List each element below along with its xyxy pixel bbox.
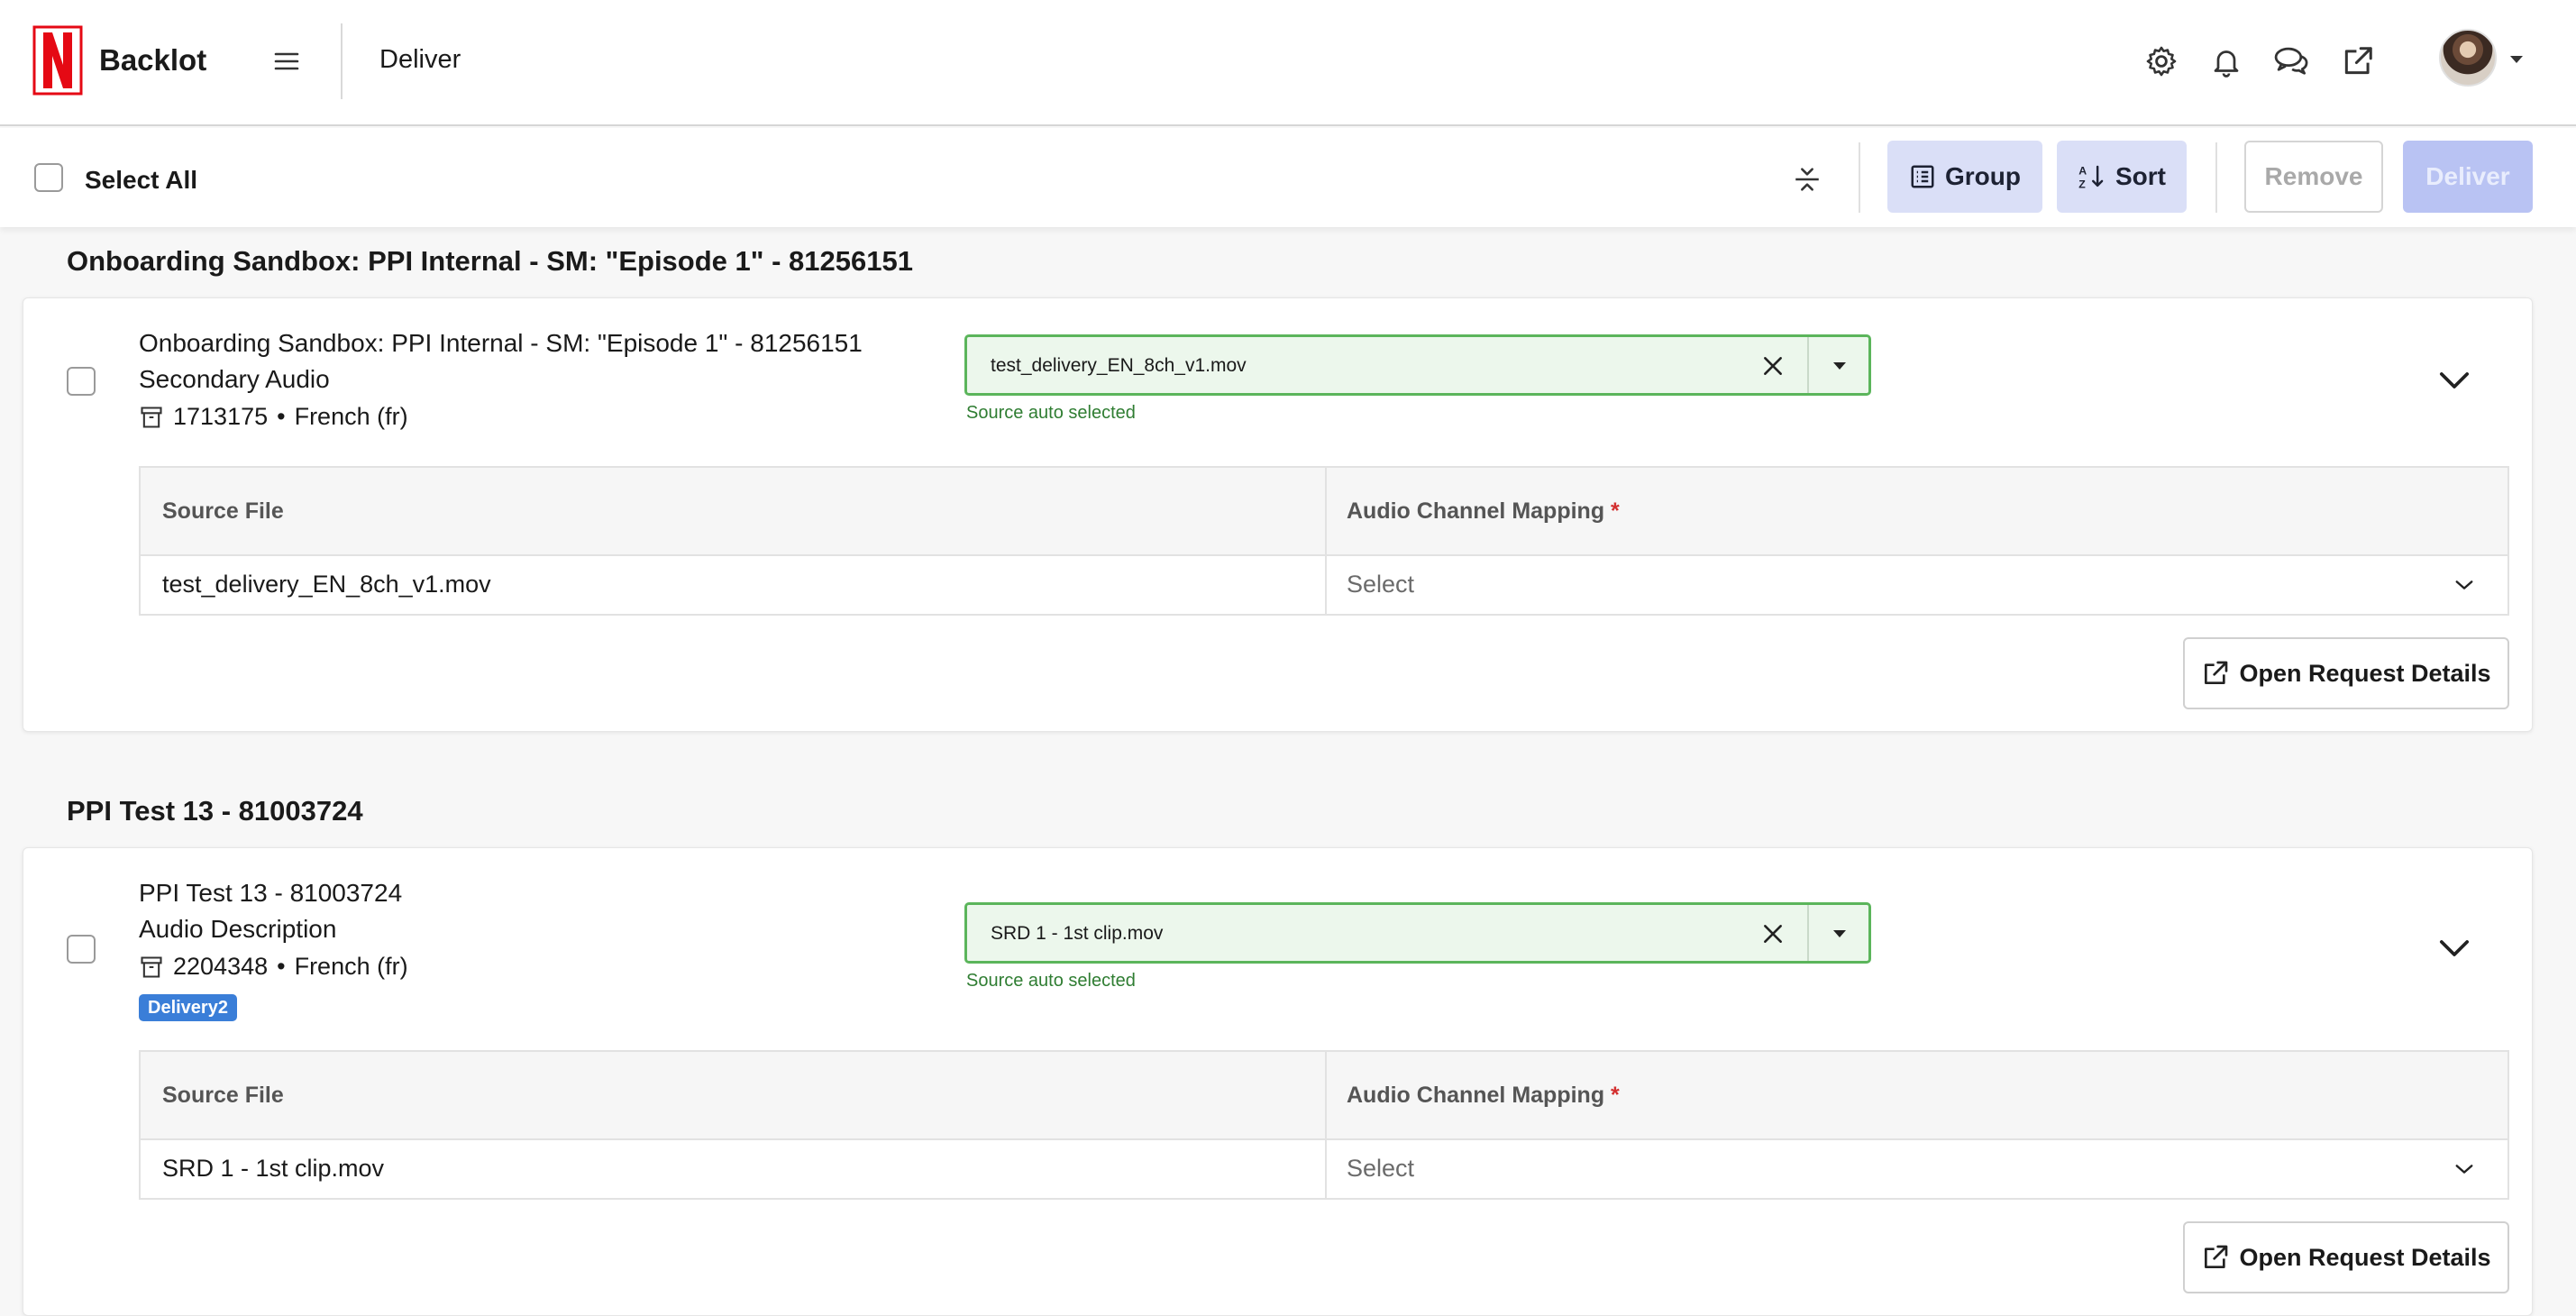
remove-button-label: Remove	[2264, 162, 2363, 190]
table-header: Source File Audio Channel Mapping *	[141, 1052, 2507, 1140]
toolbar-divider	[1859, 142, 1860, 213]
chevron-down-icon[interactable]	[2448, 1153, 2480, 1185]
delivery-badge: Delivery2	[139, 994, 237, 1021]
col-audio-mapping-label: Audio Channel Mapping	[1347, 1083, 1605, 1108]
select-all-checkbox[interactable]	[34, 163, 63, 192]
group-button[interactable]: Group	[1887, 141, 2042, 213]
open-request-details-label: Open Request Details	[2239, 1243, 2491, 1271]
hamburger-menu-icon[interactable]	[270, 43, 303, 79]
item-meta: 1713175 • French (fr)	[139, 403, 408, 431]
sort-az-icon: AZ	[2078, 165, 2104, 190]
table-row: test_delivery_EN_8ch_v1.mov Select	[141, 556, 2507, 614]
column-divider	[1325, 468, 1327, 554]
top-header: Backlot Deliver	[0, 0, 2576, 126]
open-request-details-button[interactable]: Open Request Details	[2183, 1221, 2509, 1293]
column-divider	[1325, 1140, 1327, 1198]
source-file-value: test_delivery_EN_8ch_v1.mov	[991, 355, 1247, 376]
archive-box-icon	[141, 406, 162, 428]
chevron-down-icon[interactable]	[2432, 926, 2477, 971]
table-row: SRD 1 - 1st clip.mov Select	[141, 1140, 2507, 1198]
chevron-down-icon[interactable]	[2432, 358, 2477, 403]
header-divider	[341, 23, 343, 99]
mapping-select[interactable]: Select	[1347, 1155, 1414, 1183]
select-separator	[1807, 905, 1809, 961]
netflix-logo[interactable]	[32, 25, 83, 96]
item-id: 1713175	[173, 403, 269, 430]
mapping-select[interactable]: Select	[1347, 571, 1414, 599]
gear-icon[interactable]	[2142, 40, 2181, 83]
item-meta: 2204348 • French (fr)	[139, 953, 408, 981]
item-checkbox[interactable]	[67, 367, 96, 396]
external-link-icon	[2205, 661, 2228, 684]
user-avatar[interactable]	[2439, 29, 2497, 87]
archive-box-icon	[141, 955, 162, 978]
item-language: French (fr)	[294, 953, 408, 980]
sort-button-label: Sort	[2115, 162, 2166, 190]
source-file-select[interactable]: test_delivery_EN_8ch_v1.mov	[964, 334, 1871, 396]
caret-down-icon[interactable]	[1823, 350, 1856, 382]
col-source-file: Source File	[162, 1083, 284, 1108]
svg-text:A: A	[2078, 165, 2087, 178]
required-mark: *	[1611, 1083, 1620, 1108]
source-mapping-table: Source File Audio Channel Mapping * test…	[139, 466, 2509, 616]
source-file-select[interactable]: SRD 1 - 1st clip.mov	[964, 902, 1871, 964]
col-audio-mapping: Audio Channel Mapping *	[1347, 498, 1620, 525]
group-title: Onboarding Sandbox: PPI Internal - SM: "…	[67, 245, 913, 277]
page-title: Deliver	[379, 45, 461, 74]
collapse-all-icon[interactable]	[1786, 159, 1828, 200]
sort-button[interactable]: AZ Sort	[2057, 141, 2187, 213]
open-request-details-button[interactable]: Open Request Details	[2183, 637, 2509, 709]
col-source-file: Source File	[162, 498, 284, 524]
action-toolbar: Select All Group AZ Sort Remove Deliver	[0, 128, 2576, 227]
deliver-button-label: Deliver	[2425, 162, 2510, 190]
brand-name: Backlot	[99, 43, 207, 77]
meta-separator: •	[277, 403, 286, 430]
group-button-label: Group	[1945, 162, 2021, 190]
item-checkbox[interactable]	[67, 935, 96, 964]
item-title: Onboarding Sandbox: PPI Internal - SM: "…	[139, 329, 863, 357]
item-type: Secondary Audio	[139, 365, 330, 393]
caret-down-icon[interactable]	[2509, 52, 2524, 69]
item-id: 2204348	[173, 953, 269, 980]
source-file-cell: test_delivery_EN_8ch_v1.mov	[162, 571, 491, 598]
select-all-label: Select All	[85, 166, 198, 194]
item-language: French (fr)	[294, 403, 408, 430]
source-file-cell: SRD 1 - 1st clip.mov	[162, 1155, 385, 1182]
external-link-icon[interactable]	[2338, 40, 2378, 83]
column-divider	[1325, 556, 1327, 614]
remove-button[interactable]: Remove	[2244, 141, 2383, 213]
select-separator	[1807, 337, 1809, 393]
source-auto-hint: Source auto selected	[966, 971, 1136, 991]
source-mapping-table: Source File Audio Channel Mapping * SRD …	[139, 1050, 2509, 1200]
column-divider	[1325, 1052, 1327, 1138]
toolbar-divider	[2215, 142, 2217, 213]
list-icon	[1911, 165, 1934, 188]
meta-separator: •	[277, 953, 286, 980]
source-file-value: SRD 1 - 1st clip.mov	[991, 923, 1164, 944]
request-card: Onboarding Sandbox: PPI Internal - SM: "…	[23, 297, 2533, 732]
col-audio-mapping-label: Audio Channel Mapping	[1347, 498, 1605, 524]
chevron-down-icon[interactable]	[2448, 569, 2480, 601]
item-title: PPI Test 13 - 81003724	[139, 879, 403, 907]
external-link-icon	[2205, 1245, 2228, 1268]
source-auto-hint: Source auto selected	[966, 403, 1136, 423]
table-header: Source File Audio Channel Mapping *	[141, 468, 2507, 556]
open-request-details-label: Open Request Details	[2239, 659, 2491, 687]
caret-down-icon[interactable]	[1823, 918, 1856, 950]
group-title: PPI Test 13 - 81003724	[67, 795, 363, 827]
clear-icon[interactable]	[1757, 350, 1789, 382]
col-audio-mapping: Audio Channel Mapping *	[1347, 1083, 1620, 1109]
chat-icon[interactable]	[2271, 40, 2311, 83]
item-type: Audio Description	[139, 915, 337, 943]
required-mark: *	[1611, 498, 1620, 524]
clear-icon[interactable]	[1757, 918, 1789, 950]
request-card: PPI Test 13 - 81003724 Audio Description…	[23, 847, 2533, 1316]
svg-text:Z: Z	[2078, 178, 2086, 190]
bell-icon[interactable]	[2206, 40, 2246, 83]
deliver-button[interactable]: Deliver	[2403, 141, 2533, 213]
